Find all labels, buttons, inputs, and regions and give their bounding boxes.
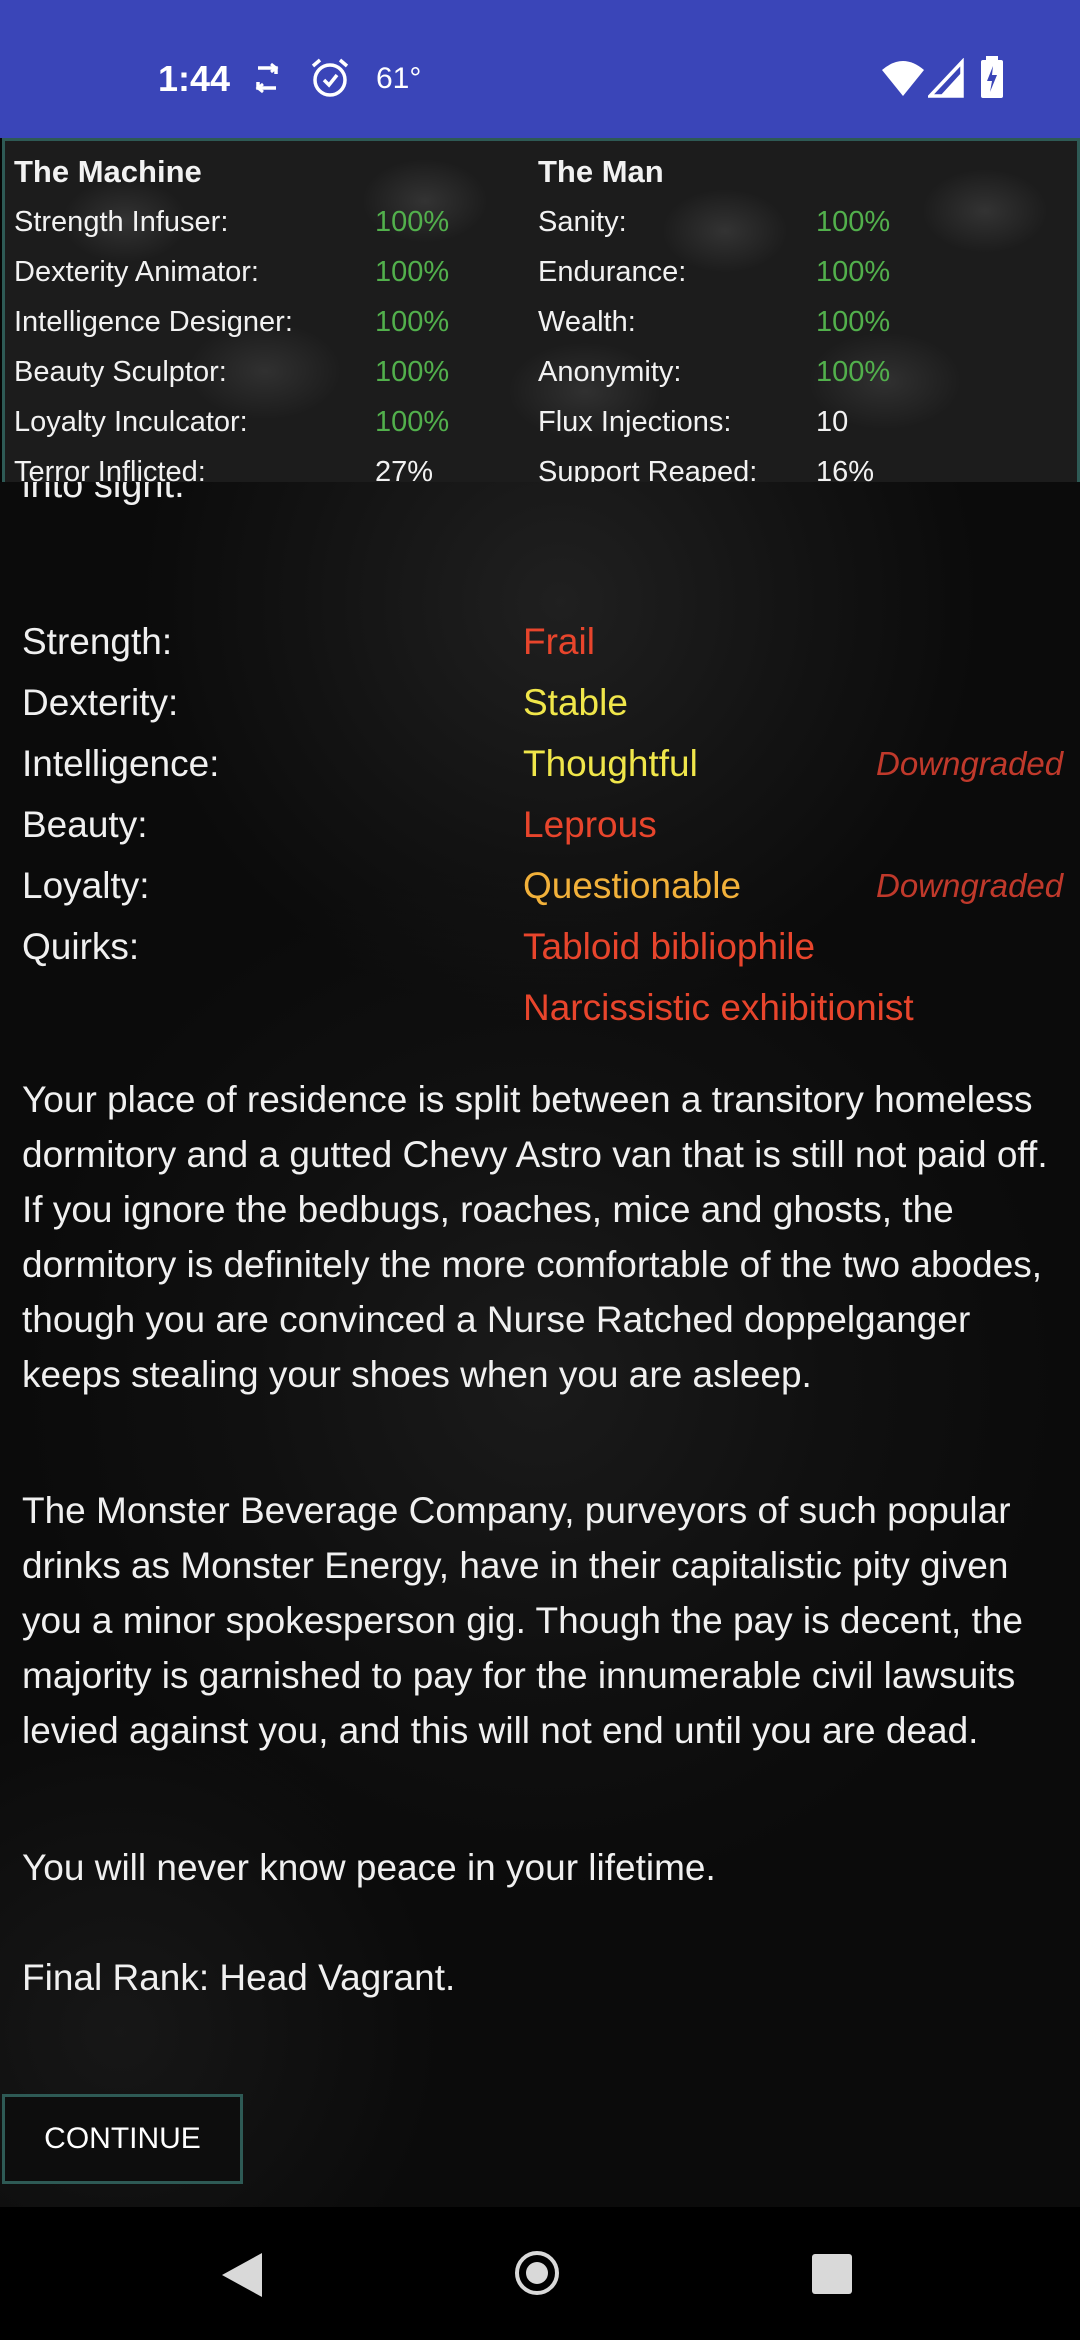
alarm-icon xyxy=(308,58,352,98)
stat-label: Endurance: xyxy=(538,256,687,288)
attribute-row-intelligence: Intelligence: Thoughtful Downgraded xyxy=(0,733,1080,794)
man-stats: The Man Sanity: 100% Endurance: 100% Wealt… xyxy=(538,147,1058,497)
stat-row: Flux Injections: 10 xyxy=(538,397,1058,447)
stat-row: Anonymity: 100% xyxy=(538,347,1058,397)
continue-button[interactable]: CONTINUE xyxy=(2,2094,243,2184)
stat-row: Dexterity Animator: 100% xyxy=(14,247,534,297)
stat-label: Intelligence Designer: xyxy=(14,306,293,338)
attribute-row-quirks-2: Narcissistic exhibitionist xyxy=(0,977,1080,1038)
attribute-label: Loyalty: xyxy=(22,865,150,906)
attribute-row-strength: Strength: Frail xyxy=(0,611,1080,672)
stat-value: 100% xyxy=(375,406,450,438)
stat-label: Anonymity: xyxy=(538,356,682,388)
battery-charging-icon xyxy=(980,56,1004,98)
recents-icon[interactable] xyxy=(812,2254,852,2294)
partial-line: into sight. xyxy=(22,482,185,506)
stat-value: 100% xyxy=(816,356,891,388)
stat-value: 100% xyxy=(375,356,450,388)
stat-value: 100% xyxy=(816,256,891,288)
stats-panel: The Machine Strength Infuser: 100% Dexter… xyxy=(2,138,1080,488)
stat-value: 100% xyxy=(816,206,891,238)
stat-label: Flux Injections: xyxy=(538,406,732,438)
attribute-label: Beauty: xyxy=(22,804,148,845)
stat-label: Sanity: xyxy=(538,206,627,238)
back-icon[interactable] xyxy=(222,2253,262,2297)
attribute-row-beauty: Beauty: Leprous xyxy=(0,794,1080,855)
attribute-label: Dexterity: xyxy=(22,682,179,723)
stat-value: 100% xyxy=(375,256,450,288)
attribute-value: Narcissistic exhibitionist xyxy=(523,987,914,1028)
navigation-bar xyxy=(0,2207,1080,2340)
stat-row: Beauty Sculptor: 100% xyxy=(14,347,534,397)
stat-row: Endurance: 100% xyxy=(538,247,1058,297)
downgraded-note: Downgraded xyxy=(876,745,1064,782)
attribute-label: Quirks: xyxy=(22,926,140,967)
attribute-label: Strength: xyxy=(22,621,173,662)
stat-row: Sanity: 100% xyxy=(538,197,1058,247)
machine-stats: The Machine Strength Infuser: 100% Dexter… xyxy=(14,147,534,497)
stat-row: Intelligence Designer: 100% xyxy=(14,297,534,347)
attribute-value: Tabloid bibliophile xyxy=(523,926,816,967)
signal-icon xyxy=(928,58,964,98)
stat-label: Beauty Sculptor: xyxy=(14,356,227,388)
machine-title: The Machine xyxy=(14,154,202,189)
clock: 1:44 xyxy=(158,58,231,99)
stat-row: Wealth: 100% xyxy=(538,297,1058,347)
stat-label: Dexterity Animator: xyxy=(14,256,259,288)
attribute-value: Thoughtful xyxy=(523,743,698,784)
stat-value: 100% xyxy=(375,306,450,338)
attribute-value: Frail xyxy=(523,621,595,662)
downgraded-note: Downgraded xyxy=(876,867,1064,904)
paragraph-residence: Your place of residence is split between… xyxy=(22,1079,1048,1395)
paragraph-peace: You will never know peace in your lifeti… xyxy=(22,1847,716,1888)
sync-icon xyxy=(252,58,282,98)
attribute-row-dexterity: Dexterity: Stable xyxy=(0,672,1080,733)
man-title: The Man xyxy=(538,154,664,189)
stat-row: Strength Infuser: 100% xyxy=(14,197,534,247)
story-content[interactable]: into sight. Strength: Frail Dexterity: S… xyxy=(0,482,1080,2207)
attribute-label: Intelligence: xyxy=(22,743,220,784)
attribute-value: Leprous xyxy=(523,804,657,845)
stat-row: Loyalty Inculcator: 100% xyxy=(14,397,534,447)
temperature: 61° xyxy=(376,62,422,95)
attribute-row-loyalty: Loyalty: Questionable Downgraded xyxy=(0,855,1080,916)
paragraph-final-rank: Final Rank: Head Vagrant. xyxy=(22,1957,456,1998)
home-icon[interactable] xyxy=(515,2251,559,2295)
stat-value: 100% xyxy=(816,306,891,338)
attribute-row-quirks: Quirks: Tabloid bibliophile xyxy=(0,916,1080,977)
stat-label: Strength Infuser: xyxy=(14,206,229,238)
stat-label: Wealth: xyxy=(538,306,636,338)
stat-value: 100% xyxy=(375,206,450,238)
paragraph-monster: The Monster Beverage Company, purveyors … xyxy=(22,1490,1024,1751)
home-icon-dot xyxy=(526,2262,548,2284)
stat-label: Loyalty Inculcator: xyxy=(14,406,248,438)
attribute-value: Stable xyxy=(523,682,628,723)
wifi-icon xyxy=(880,58,926,98)
stat-value: 10 xyxy=(816,406,849,438)
attribute-value: Questionable xyxy=(523,865,742,906)
status-bar: 1:44 61° xyxy=(0,0,1080,138)
